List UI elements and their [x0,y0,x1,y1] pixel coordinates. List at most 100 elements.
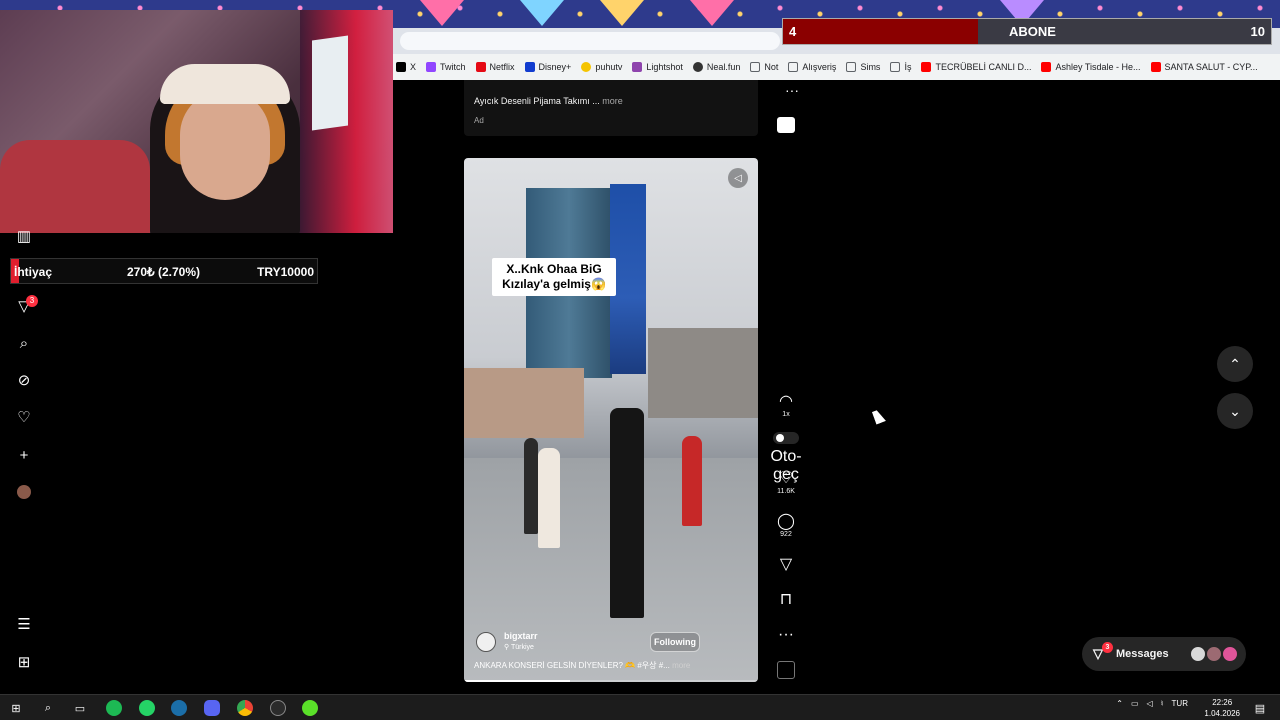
create-icon[interactable]: + [14,445,34,465]
bookmark-label: Not [764,62,779,72]
bookmark-nealfun[interactable]: Neal.fun [691,62,749,72]
save-button[interactable]: ⊓ [772,591,800,609]
location-text: Türkiye [510,644,534,651]
donation-goal-bar: İhtiyaç 270₺ (2.70%) TRY10000 [10,258,318,284]
search-icon[interactable]: ⌕ [14,333,34,353]
bookmark-label: Lightshot [646,62,683,72]
apps-icon[interactable]: ⊞ [14,652,34,672]
captions-icon[interactable] [777,117,795,133]
taskbar: ⊞ ⌕ ▭ ⌃ ▭ ◁ ♮ TUR 22:26 1.04.2026 ▤ [0,694,1280,720]
bookmark-youtube-2[interactable]: Ashley Tisdale - He... [1039,62,1148,72]
bookmark-disney[interactable]: Disney+ [523,62,580,72]
webcam-feed [0,10,393,233]
network-icon[interactable]: ▭ [1131,699,1139,708]
speed-label: 1x [782,411,790,418]
bookmark-folder-not[interactable]: Not [748,62,786,72]
avatar [1206,646,1222,662]
bookmark-youtube-3[interactable]: SANTA SALUT - CYP... [1149,62,1266,72]
bookmark-twitch[interactable]: Twitch [424,62,474,72]
post-caption: Ayıcık Desenli Pijama Takımı ... more [474,96,623,106]
puhutv-icon [581,62,592,72]
reel-pedestrian [524,438,538,534]
bookmark-folder-sims[interactable]: Sims [844,62,888,72]
chevron-up-icon[interactable]: ⌃ [1116,699,1123,708]
bookmark-puhutv[interactable]: puhutv [579,62,630,72]
discord-icon[interactable] [204,700,220,716]
streamlabs-icon[interactable] [302,700,318,716]
volume-icon[interactable]: ◁ [1147,699,1153,708]
author-avatar[interactable] [476,632,496,652]
like-button[interactable]: ♡ 11.6K [772,470,800,495]
volume-icon[interactable]: ◁ [728,168,748,188]
explore-icon[interactable]: ⊘ [14,370,34,390]
comment-button[interactable]: ◯ 922 [772,513,800,538]
obs-icon[interactable] [270,700,286,716]
bookmark-folder-is[interactable]: İş [888,62,919,72]
spotify-icon[interactable] [106,700,122,716]
whatsapp-icon[interactable] [139,700,155,716]
donation-label: İhtiyaç [14,265,53,279]
ellipsis-icon: ··· [778,626,794,643]
bookmark-x[interactable]: X [394,62,424,72]
subscriber-goal-overlay: 4 ABONE 10 [782,18,1272,45]
subscriber-label: ABONE [1009,24,1056,39]
following-button[interactable]: Following [650,632,700,652]
chrome-icon[interactable] [237,700,253,716]
bookmark-netflix[interactable]: Netflix [474,62,523,72]
address-bar[interactable] [400,32,780,50]
youtube-icon [1041,62,1052,72]
author-username[interactable]: bigxtarr [504,631,538,641]
messages-badge: 3 [1102,642,1113,653]
like-count: 11.6K [777,488,795,495]
reel-caption-text: ANKARA KONSERİ GELSİN DİYENLER? 🫶 #우상 #.… [474,661,670,670]
more-options-icon[interactable]: ··· [772,626,800,644]
menu-icon[interactable]: ☰ [14,614,34,634]
task-view-icon[interactable]: ▭ [72,700,88,716]
playback-speed-button[interactable]: ◠ 1x [772,393,800,418]
speed-gauge-icon: ◠ [779,393,793,410]
steam-icon[interactable] [171,700,187,716]
reel-pedestrian [610,408,644,618]
nealfun-icon [692,62,703,72]
webcam-streamer-hat [160,64,290,104]
more-link[interactable]: more [602,96,623,106]
webcam-streamer-face [180,90,270,200]
autoscroll-toggle[interactable] [773,432,799,444]
avatar [1222,646,1238,662]
reels-icon[interactable]: ▥ [14,226,34,246]
send-icon: ▽ [779,556,793,573]
author-location[interactable]: ⚲ Türkiye [504,643,534,651]
more-options-icon[interactable]: ··· [778,82,806,98]
comment-icon: ◯ [777,513,795,530]
youtube-icon [921,62,932,72]
language-indicator[interactable]: TUR [1172,699,1188,708]
bookmark-label: Alışveriş [802,62,837,72]
clock[interactable]: 22:26 1.04.2026 [1204,697,1240,719]
bookmark-label: Twitch [440,62,466,72]
reel-video[interactable]: X..Knk Ohaa BiG Kızılay'a gelmiş😱 ◁ bigx… [464,158,758,682]
ad-label: Ad [474,116,484,125]
more-link[interactable]: more [672,661,690,670]
audio-thumbnail[interactable] [777,661,795,679]
messages-label: Messages [1116,648,1169,660]
reel-progress-bar[interactable] [464,680,758,682]
next-reel-button[interactable]: ⌄ [1217,393,1253,429]
heart-icon[interactable]: ♡ [14,407,34,427]
folder-icon [890,62,901,72]
bookmark-folder-alisveris[interactable]: Alışveriş [786,62,844,72]
previous-reel-button[interactable]: ⌃ [1217,346,1253,382]
reel-progress-fill [464,680,570,682]
windows-start-icon[interactable]: ⊞ [8,700,24,716]
bookmark-label: puhutv [595,62,623,72]
heart-icon: ♡ [778,470,794,487]
bookmark-youtube-1[interactable]: TECRÜBELİ CANLI D... [919,62,1039,72]
youtube-icon [1150,62,1161,72]
notification-center-icon[interactable]: ▤ [1252,700,1268,716]
messages-button[interactable]: ▽ 3 Messages [1082,637,1246,671]
previous-post[interactable]: Ayıcık Desenli Pijama Takımı ... more Ad [464,80,758,136]
microphone-icon[interactable]: ♮ [1161,699,1164,708]
profile-avatar[interactable] [17,485,31,499]
bookmark-lightshot[interactable]: Lightshot [630,62,691,72]
search-icon[interactable]: ⌕ [40,700,56,716]
share-button[interactable]: ▽ [772,556,800,574]
